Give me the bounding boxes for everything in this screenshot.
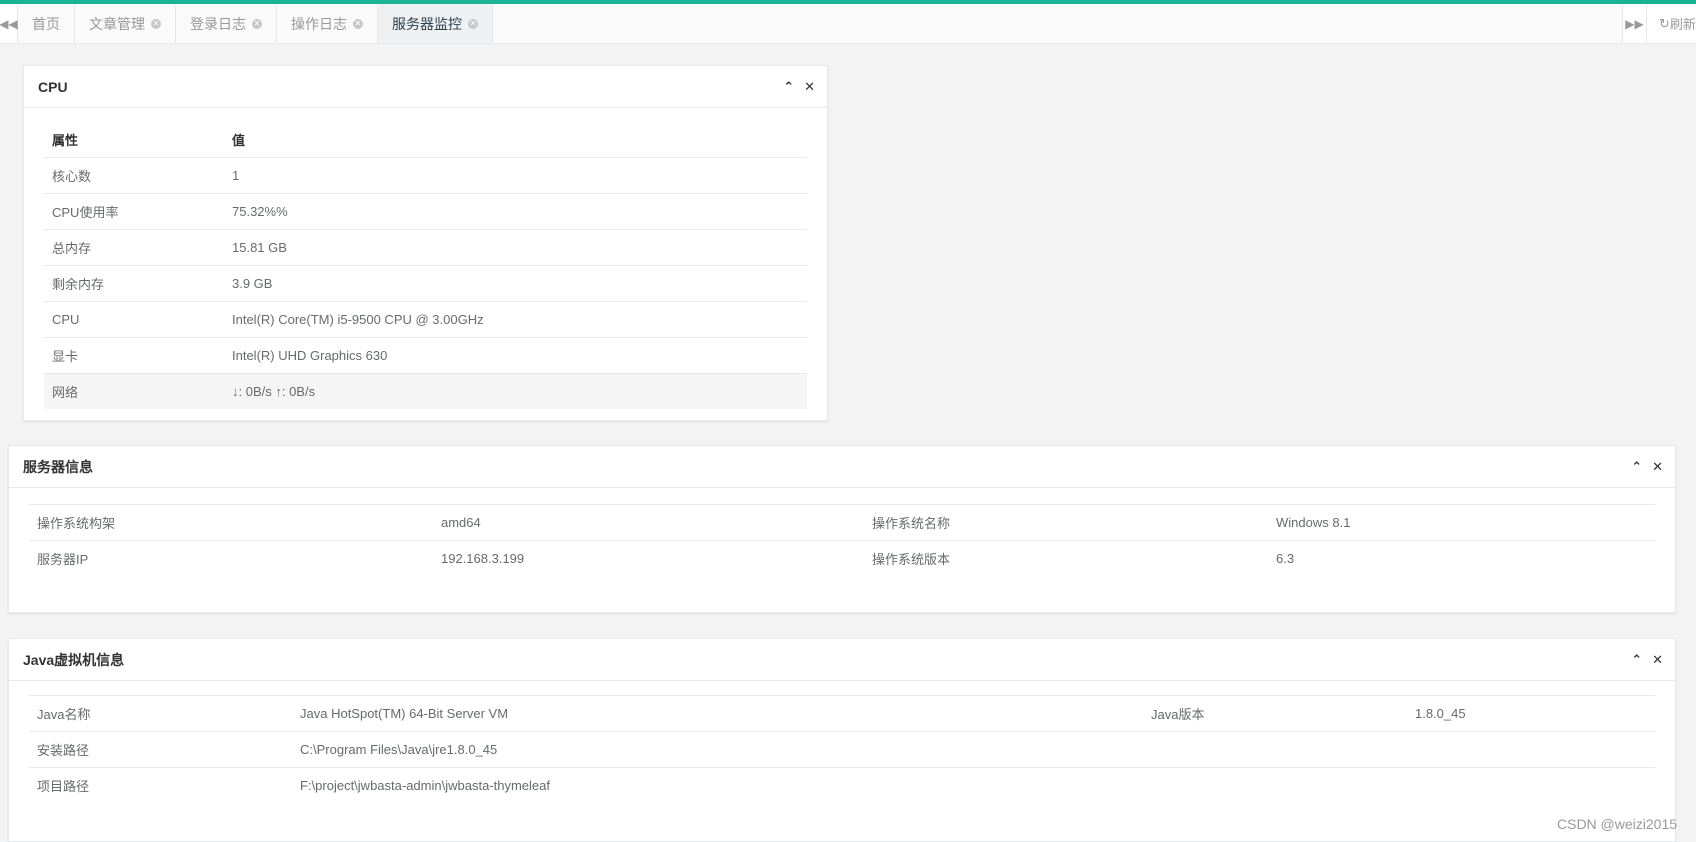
table-row: 项目路径 F:\project\jwbasta-admin\jwbasta-th… [29, 767, 1655, 803]
tab-label: 服务器监控 [392, 15, 462, 32]
row-value: ↓: 0B/s ↑: 0B/s [224, 373, 807, 409]
row-prop: 总内存 [44, 229, 224, 266]
row-prop: CPU [44, 301, 224, 338]
row-value: 1 [224, 157, 807, 194]
close-icon[interactable]: ✕ [353, 18, 363, 29]
tab-article-management[interactable]: 文章管理 ✕ [75, 4, 176, 43]
table-row: 操作系统构架 amd64 操作系统名称 Windows 8.1 [29, 504, 1655, 541]
tab-bar: ◀◀ 首页 文章管理 ✕ 登录日志 ✕ 操作日志 ✕ 服务器监控 ✕ ▶▶ ↻ … [0, 4, 1696, 44]
tab-home[interactable]: 首页 [18, 4, 75, 43]
table-row: CPU Intel(R) Core(TM) i5-9500 CPU @ 3.00… [44, 301, 807, 338]
table-row: 网络 ↓: 0B/s ↑: 0B/s [44, 373, 807, 409]
row-key [1143, 767, 1407, 803]
row-prop: 剩余内存 [44, 265, 224, 302]
panel-title: Java虚拟机信息 [23, 651, 125, 668]
chevron-up-icon[interactable]: ⌃ [1631, 459, 1642, 475]
close-icon[interactable]: ✕ [252, 18, 262, 29]
row-key: 操作系统版本 [864, 540, 1268, 576]
forward-icon: ▶▶ [1625, 16, 1644, 31]
table-row: CPU使用率 75.32%% [44, 193, 807, 230]
row-key [1143, 731, 1407, 768]
watermark: CSDN @weizi2015 [1557, 816, 1678, 832]
server-info-table: 操作系统构架 amd64 操作系统名称 Windows 8.1 服务器IP 19… [29, 504, 1655, 576]
cpu-table: 属性 值 核心数 1 CPU使用率 75.32%% 总内存 15.81 GB 剩… [44, 122, 807, 409]
row-value: Intel(R) Core(TM) i5-9500 CPU @ 3.00GHz [224, 301, 807, 338]
panel-header: Java虚拟机信息 ⌃ ✕ [9, 639, 1675, 681]
table-row: 安装路径 C:\Program Files\Java\jre1.8.0_45 [29, 731, 1655, 768]
tab-login-log[interactable]: 登录日志 ✕ [176, 4, 277, 43]
tabs-next-button[interactable]: ▶▶ [1622, 4, 1646, 43]
backward-icon: ◀◀ [0, 16, 18, 31]
tab-label: 文章管理 [89, 15, 145, 32]
close-icon[interactable]: ✕ [151, 18, 161, 29]
row-key: 项目路径 [29, 767, 292, 803]
jvm-info-panel: Java虚拟机信息 ⌃ ✕ Java名称 Java HotSpot(TM) 64… [8, 638, 1676, 842]
table-row: 剩余内存 3.9 GB [44, 265, 807, 302]
column-header: 属性 [44, 122, 224, 158]
tab-label: 首页 [32, 15, 60, 32]
row-value: 1.8.0_45 [1407, 695, 1655, 732]
tab-label: 操作日志 [291, 15, 347, 32]
row-prop: 显卡 [44, 337, 224, 374]
refresh-icon: ↻ [1659, 15, 1670, 31]
tabs-prev-button[interactable]: ◀◀ [0, 4, 18, 43]
row-value: F:\project\jwbasta-admin\jwbasta-thymele… [292, 767, 1143, 803]
tab-server-monitor[interactable]: 服务器监控 ✕ [378, 4, 493, 43]
refresh-label: 刷新 [1669, 17, 1696, 32]
table-row: 核心数 1 [44, 157, 807, 194]
row-key: 安装路径 [29, 731, 292, 768]
row-prop: 网络 [44, 373, 224, 409]
row-key: 服务器IP [29, 540, 433, 576]
row-key: Java名称 [29, 695, 292, 732]
close-icon[interactable]: ✕ [1652, 652, 1663, 668]
panel-header: CPU ⌃ ✕ [24, 66, 827, 108]
row-value: 15.81 GB [224, 229, 807, 266]
close-icon[interactable]: ✕ [1652, 459, 1663, 475]
table-row: 显卡 Intel(R) UHD Graphics 630 [44, 337, 807, 374]
server-info-panel: 服务器信息 ⌃ ✕ 操作系统构架 amd64 操作系统名称 Windows 8.… [8, 445, 1676, 613]
panel-title: CPU [38, 78, 68, 95]
row-key: 操作系统构架 [29, 504, 433, 541]
table-row: Java名称 Java HotSpot(TM) 64-Bit Server VM… [29, 695, 1655, 732]
tab-label: 登录日志 [190, 15, 246, 32]
close-icon[interactable]: ✕ [468, 18, 478, 29]
refresh-button[interactable]: ↻ 刷新 [1646, 4, 1696, 43]
chevron-up-icon[interactable]: ⌃ [783, 79, 794, 95]
row-value: 192.168.3.199 [433, 540, 864, 576]
row-value: Java HotSpot(TM) 64-Bit Server VM [292, 695, 1143, 732]
panel-header: 服务器信息 ⌃ ✕ [9, 446, 1675, 488]
row-value [1407, 731, 1655, 768]
table-row: 总内存 15.81 GB [44, 229, 807, 266]
panel-tools: ⌃ ✕ [1631, 446, 1663, 487]
row-value: 75.32%% [224, 193, 807, 230]
jvm-info-table: Java名称 Java HotSpot(TM) 64-Bit Server VM… [29, 695, 1655, 803]
table-row: 服务器IP 192.168.3.199 操作系统版本 6.3 [29, 540, 1655, 576]
row-value: C:\Program Files\Java\jre1.8.0_45 [292, 731, 1143, 768]
row-value: Windows 8.1 [1268, 504, 1655, 541]
row-value [1407, 767, 1655, 803]
row-prop: CPU使用率 [44, 193, 224, 230]
panel-tools: ⌃ ✕ [1631, 639, 1663, 680]
cpu-panel: CPU ⌃ ✕ 属性 值 核心数 1 CPU使用率 75.32%% 总内存 15… [23, 65, 828, 421]
table-header-row: 属性 值 [44, 122, 807, 158]
row-prop: 核心数 [44, 157, 224, 194]
close-icon[interactable]: ✕ [804, 79, 815, 95]
row-key: Java版本 [1143, 695, 1407, 732]
row-key: 操作系统名称 [864, 504, 1268, 541]
panel-tools: ⌃ ✕ [783, 66, 815, 107]
row-value: Intel(R) UHD Graphics 630 [224, 337, 807, 374]
column-header: 值 [224, 122, 807, 158]
row-value: 3.9 GB [224, 265, 807, 302]
panel-title: 服务器信息 [23, 458, 93, 475]
chevron-up-icon[interactable]: ⌃ [1631, 652, 1642, 668]
row-value: amd64 [433, 504, 864, 541]
tab-operation-log[interactable]: 操作日志 ✕ [277, 4, 378, 43]
row-value: 6.3 [1268, 540, 1655, 576]
tab-list: 首页 文章管理 ✕ 登录日志 ✕ 操作日志 ✕ 服务器监控 ✕ [18, 4, 493, 43]
